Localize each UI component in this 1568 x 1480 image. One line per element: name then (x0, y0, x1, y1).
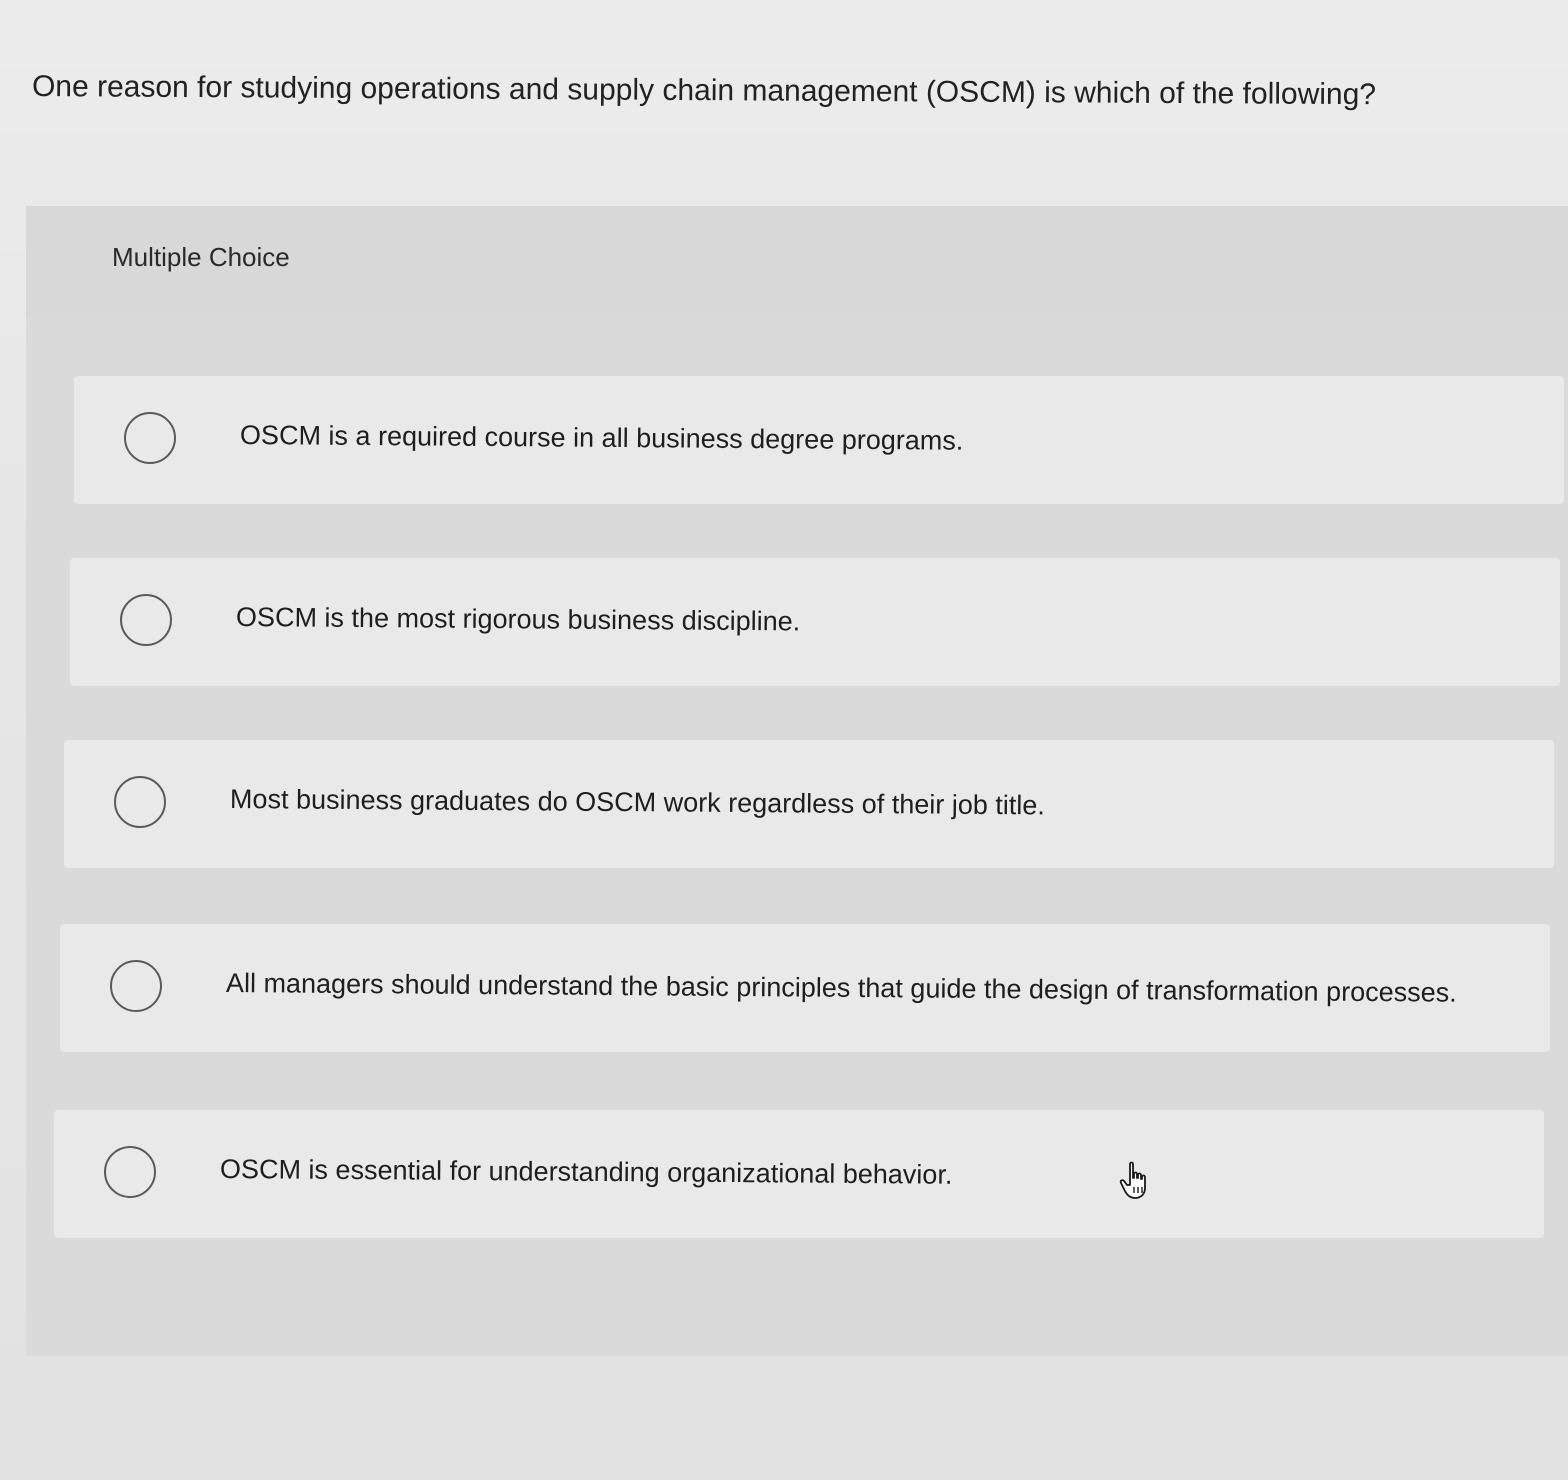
answer-option-3[interactable]: Most business graduates do OSCM work reg… (64, 740, 1554, 868)
radio-button-2[interactable] (120, 594, 172, 646)
radio-button-5[interactable] (104, 1146, 156, 1198)
hand-pointer-icon (1119, 1161, 1146, 1199)
radio-button-3[interactable] (114, 776, 166, 828)
radio-button-1[interactable] (124, 412, 176, 464)
answer-option-1[interactable]: OSCM is a required course in all busines… (74, 376, 1564, 504)
answer-option-label-1: OSCM is a required course in all busines… (239, 420, 964, 456)
answer-option-label-2: OSCM is the most rigorous business disci… (235, 602, 801, 637)
answer-option-label-4: All managers should understand the basic… (225, 968, 1457, 1008)
answer-option-label-5: OSCM is essential for understanding orga… (219, 1154, 953, 1190)
answer-option-label-3: Most business graduates do OSCM work reg… (229, 784, 1045, 821)
multiple-choice-header: Multiple Choice (26, 206, 1568, 316)
answer-option-2[interactable]: OSCM is the most rigorous business disci… (70, 558, 1560, 686)
answer-option-5[interactable]: OSCM is essential for understanding orga… (54, 1110, 1544, 1238)
answer-option-4[interactable]: All managers should understand the basic… (60, 924, 1550, 1052)
question-text: One reason for studying operations and s… (31, 70, 1377, 112)
radio-button-4[interactable] (110, 960, 162, 1012)
question-type-label: Multiple Choice (112, 242, 290, 272)
